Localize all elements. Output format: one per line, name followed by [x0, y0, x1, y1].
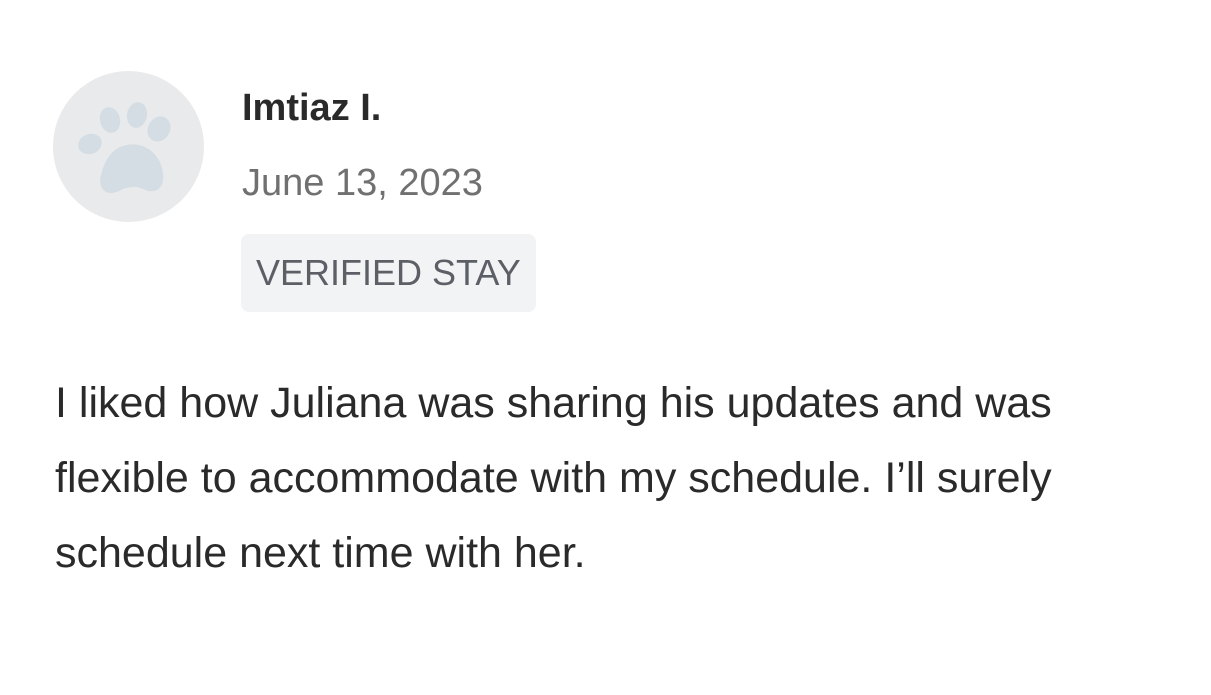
paw-icon: [78, 102, 171, 194]
review-card: Imtiaz I. June 13, 2023 VERIFIED STAY I …: [0, 0, 1211, 695]
review-date: June 13, 2023: [242, 162, 483, 204]
verified-stay-badge: VERIFIED STAY: [241, 234, 536, 312]
review-text: I liked how Juliana was sharing his upda…: [55, 379, 1052, 577]
reviewer-name: Imtiaz I.: [242, 87, 382, 129]
reviewer-avatar: [53, 71, 204, 222]
